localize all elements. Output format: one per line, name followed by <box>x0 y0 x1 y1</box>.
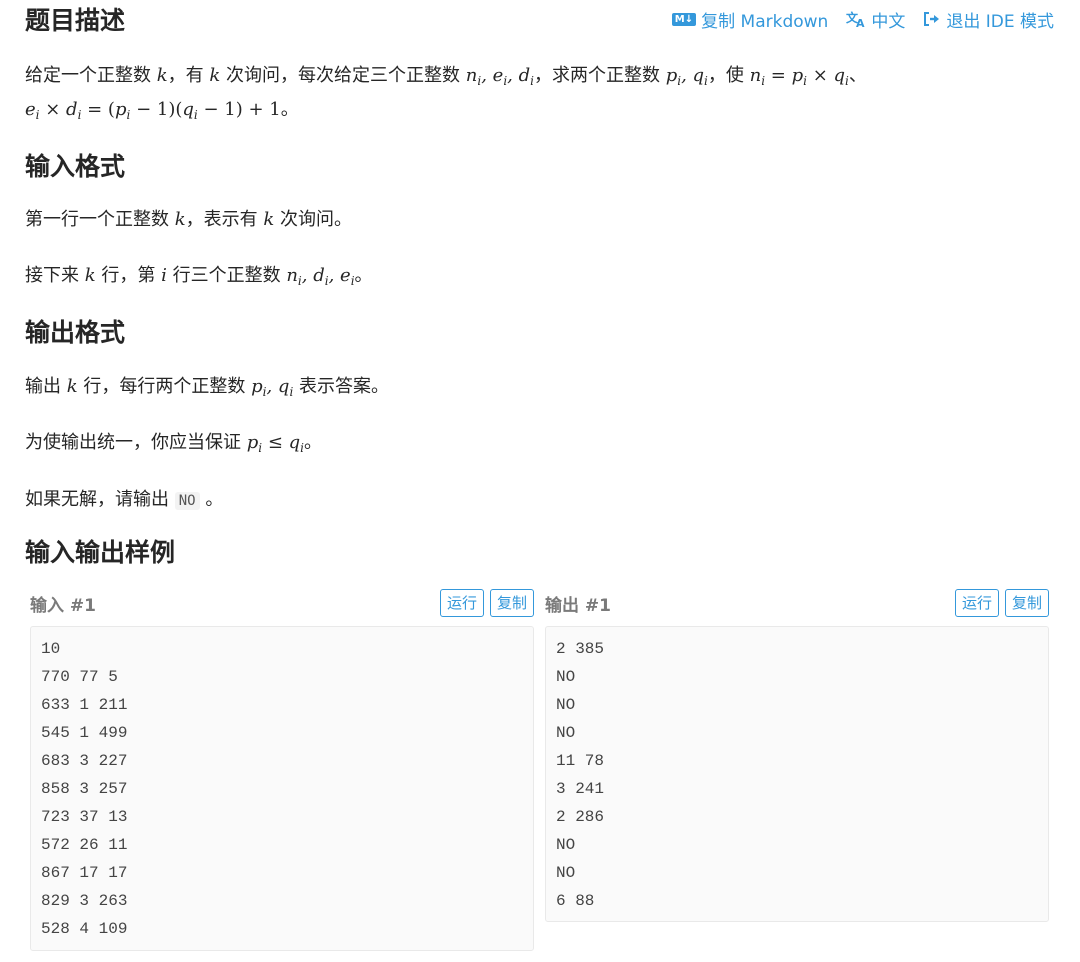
output-format-p1: 输出 k 行，每行两个正整数 pi, qi 表示答案。 <box>25 376 390 399</box>
code-line: 2 385 <box>556 640 605 658</box>
input-sample-title: 输入 #1 <box>30 595 96 616</box>
output-sample-code[interactable]: 2 385 NO NO NO 11 78 3 241 2 286 NO NO 6 88 <box>545 626 1049 922</box>
inline-code-no: NO <box>174 492 200 510</box>
code-line: NO <box>556 724 576 742</box>
input-format-heading: 输入格式 <box>25 152 126 181</box>
output-run-button[interactable]: 运行 <box>954 589 999 617</box>
code-line: 11 78 <box>556 752 605 770</box>
code-line: 3 241 <box>556 780 605 798</box>
code-line: NO <box>556 696 576 714</box>
code-line: 528 4 109 <box>41 920 128 938</box>
code-line: NO <box>556 668 576 686</box>
language-label: 中文 <box>871 11 906 32</box>
output-format-p3: 如果无解，请输出 NO 。 <box>25 489 224 510</box>
sign-out-icon <box>923 11 941 27</box>
output-format-p2: 为使输出统一，你应当保证 pi ≤ qi。 <box>25 432 323 455</box>
code-line: 572 26 11 <box>41 836 128 854</box>
code-line: 723 37 13 <box>41 808 128 826</box>
code-line: 867 17 17 <box>41 864 128 882</box>
problem-page: M↓ 复制 Markdown 文 A 中文 退出 IDE 模式 题目描述 给定一… <box>0 0 1080 962</box>
input-format-p2: 接下来 k 行，第 i 行三个正整数 ni, di, ei。 <box>25 265 373 288</box>
language-button[interactable]: 文 A 中文 <box>846 7 905 32</box>
code-line: NO <box>556 836 576 854</box>
code-line: NO <box>556 864 576 882</box>
exit-ide-label: 退出 IDE 模式 <box>946 11 1054 32</box>
markdown-icon: M↓ <box>671 12 697 26</box>
input-sample-header: 输入 #1 运行 复制 <box>30 588 534 618</box>
output-sample-title: 输出 #1 <box>545 595 611 616</box>
code-line: 683 3 227 <box>41 752 128 770</box>
svg-text:A: A <box>856 17 865 28</box>
input-run-button[interactable]: 运行 <box>439 589 484 617</box>
input-format-p1: 第一行一个正整数 k，表示有 k 次询问。 <box>25 209 353 230</box>
output-sample-header: 输出 #1 运行 复制 <box>545 588 1049 618</box>
translate-icon: 文 A <box>846 10 866 28</box>
code-line: 858 3 257 <box>41 780 128 798</box>
output-format-heading: 输出格式 <box>25 318 126 347</box>
input-copy-button[interactable]: 复制 <box>489 589 534 617</box>
code-line: 2 286 <box>556 808 605 826</box>
input-sample-code[interactable]: 10 770 77 5 633 1 211 545 1 499 683 3 227 858… <box>30 626 534 951</box>
code-line: 6 88 <box>556 892 595 910</box>
code-line: 829 3 263 <box>41 892 128 910</box>
description-heading: 题目描述 <box>25 6 126 35</box>
samples-heading: 输入输出样例 <box>25 538 176 567</box>
code-line: 770 77 5 <box>41 668 118 686</box>
toolbar: M↓ 复制 Markdown 文 A 中文 退出 IDE 模式 <box>671 6 1054 32</box>
output-copy-button[interactable]: 复制 <box>1004 589 1049 617</box>
description-line-2: ei × di = (pi − 1)(qi − 1) + 1。 <box>25 99 299 122</box>
code-line: 545 1 499 <box>41 724 128 742</box>
code-line: 10 <box>41 640 61 658</box>
copy-markdown-label: 复制 Markdown <box>701 11 829 32</box>
description-line-1: 给定一个正整数 k，有 k 次询问，每次给定三个正整数 ni, ei, di，求… <box>25 65 867 88</box>
exit-ide-button[interactable]: 退出 IDE 模式 <box>923 7 1054 32</box>
code-line: 633 1 211 <box>41 696 128 714</box>
copy-markdown-button[interactable]: M↓ 复制 Markdown <box>671 7 829 32</box>
